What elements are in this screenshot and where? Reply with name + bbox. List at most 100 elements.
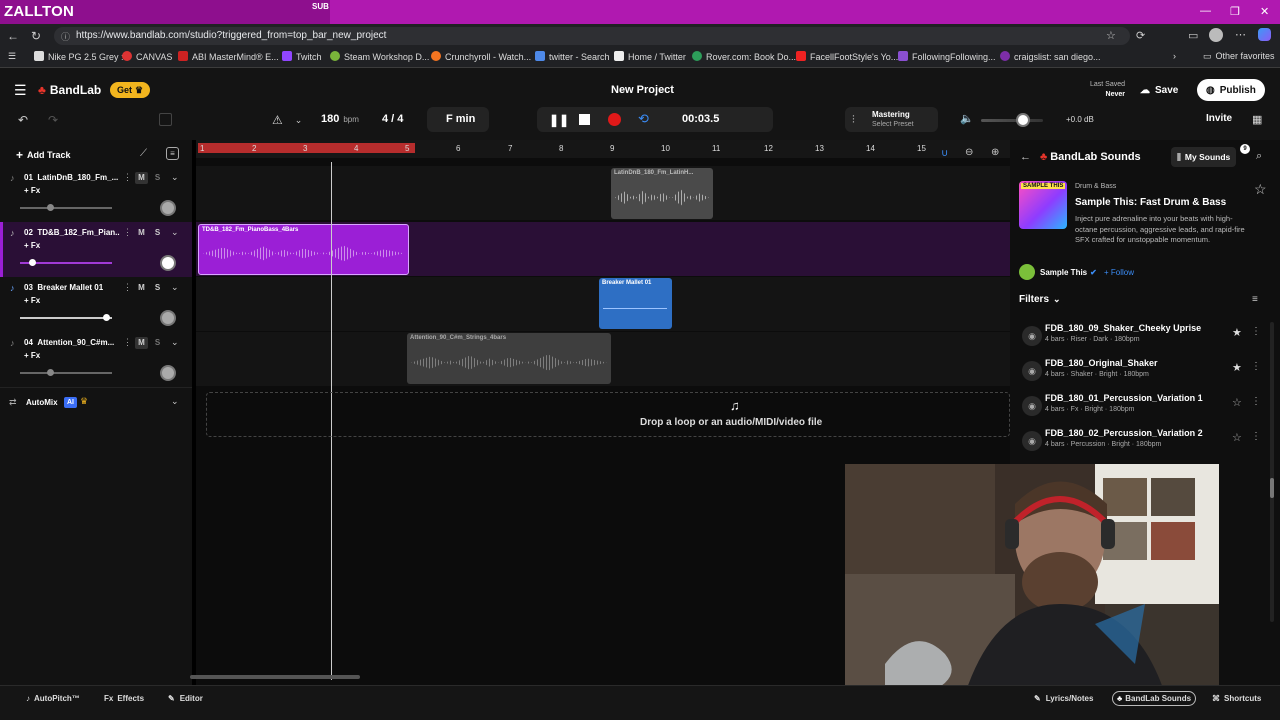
track-volume-handle[interactable] bbox=[29, 259, 36, 266]
sounds-scrollbar[interactable] bbox=[1270, 322, 1274, 622]
track-volume-handle[interactable] bbox=[47, 204, 54, 211]
add-fx-button[interactable]: + Fx bbox=[24, 186, 40, 195]
track-volume-handle[interactable] bbox=[103, 314, 110, 321]
magnet-icon[interactable]: ∪ bbox=[941, 148, 948, 159]
lyrics-notes-button[interactable]: ✎ Lyrics/Notes bbox=[1034, 694, 1093, 703]
track-options-icon[interactable]: ⋮ bbox=[123, 227, 132, 238]
track-row-selected[interactable]: ♪ 02 TD&B_182_Fm_Pian... + Fx ⋮ M S ⌄ bbox=[0, 222, 192, 277]
drop-zone[interactable] bbox=[206, 392, 1010, 437]
more-options-icon[interactable]: ⋮ bbox=[1251, 326, 1261, 337]
project-title[interactable]: New Project bbox=[611, 84, 674, 96]
bookmark-item[interactable]: Nike PG 2.5 Grey : bbox=[34, 51, 124, 62]
track-volume-slider[interactable] bbox=[20, 207, 112, 209]
more-menu-icon[interactable]: ⋯ bbox=[1235, 28, 1246, 41]
track-options-icon[interactable]: ⋮ bbox=[123, 337, 132, 348]
bandlab-logo[interactable]: ♣ BandLab bbox=[38, 83, 101, 97]
grid-snap-icon[interactable] bbox=[159, 113, 172, 126]
midi-clip[interactable]: Breaker Mallet 01 bbox=[599, 278, 672, 329]
solo-button[interactable]: S bbox=[151, 227, 164, 239]
more-options-icon[interactable]: ⋮ bbox=[1251, 431, 1261, 442]
zoom-in-icon[interactable]: ⊕ bbox=[991, 147, 999, 158]
pan-knob[interactable] bbox=[160, 310, 176, 326]
bookmark-item[interactable]: Twitch bbox=[282, 51, 322, 62]
add-fx-button[interactable]: + Fx bbox=[24, 241, 40, 250]
search-icon[interactable]: ⌕ bbox=[1256, 150, 1262, 163]
master-volume-knob[interactable] bbox=[1016, 113, 1030, 127]
track-row[interactable]: ♪ 03 Breaker Mallet 01 + Fx ⋮ M S ⌄ bbox=[0, 277, 192, 332]
back-arrow-icon[interactable]: ← bbox=[1020, 151, 1031, 163]
mute-button[interactable]: M bbox=[135, 172, 148, 184]
bookmark-item[interactable]: twitter - Search bbox=[535, 51, 610, 62]
bookmark-item[interactable]: ABI MasterMind® E... bbox=[178, 51, 279, 62]
chevron-down-icon[interactable]: ⌄ bbox=[171, 227, 179, 238]
extensions-icon[interactable]: ⟳ bbox=[1136, 29, 1145, 42]
calendar-icon[interactable]: ▦ bbox=[1252, 113, 1262, 126]
bookmark-item[interactable]: Crunchyroll - Watch... bbox=[431, 51, 531, 62]
autopitch-button[interactable]: ♪ AutoPitch™ bbox=[26, 694, 80, 703]
pause-button[interactable]: ❚❚ bbox=[549, 113, 569, 127]
track-row[interactable]: ♪ 04 Attention_90_C#m... + Fx ⋮ M S ⌄ bbox=[0, 332, 192, 387]
play-preview-icon[interactable]: ◉ bbox=[1022, 361, 1042, 381]
track-name[interactable]: 01 LatinDnB_180_Fm_... bbox=[24, 173, 120, 182]
star-outline-icon[interactable]: ☆ bbox=[1232, 431, 1242, 444]
star-icon[interactable]: ★ bbox=[1232, 326, 1242, 339]
bpm-field[interactable]: 180 bpm bbox=[321, 113, 359, 125]
hamburger-menu-icon[interactable]: ☰ bbox=[14, 82, 27, 99]
solo-button[interactable]: S bbox=[151, 282, 164, 294]
stop-button[interactable] bbox=[579, 114, 590, 125]
chevron-down-icon[interactable]: ⌄ bbox=[171, 396, 179, 407]
save-button[interactable]: ☁ Save bbox=[1132, 80, 1186, 100]
automix-row[interactable]: ⇄ AutoMix AI ♛ ⌄ bbox=[0, 387, 192, 415]
chevron-right-icon[interactable]: › bbox=[1173, 51, 1176, 61]
metronome-toggle[interactable]: ⚠ ⌄ bbox=[264, 109, 312, 131]
creator-avatar[interactable] bbox=[1019, 264, 1035, 280]
pan-knob[interactable] bbox=[160, 255, 176, 271]
audio-clip[interactable]: Attention_90_C#m_Strings_4bars bbox=[407, 333, 611, 384]
bandlab-sounds-tab[interactable]: ♣ BandLab Sounds bbox=[1117, 694, 1191, 703]
chevron-down-icon[interactable]: ⌄ bbox=[171, 337, 179, 348]
bookmark-item[interactable]: CANVAS bbox=[122, 51, 172, 62]
publish-button[interactable]: ◍ Publish bbox=[1197, 79, 1265, 101]
track-volume-slider[interactable] bbox=[20, 317, 112, 319]
add-fx-button[interactable]: + Fx bbox=[24, 296, 40, 305]
star-icon[interactable]: ☆ bbox=[1254, 181, 1267, 198]
collections-icon[interactable]: ▭ bbox=[1188, 29, 1198, 42]
add-fx-button[interactable]: + Fx bbox=[24, 351, 40, 360]
effects-button[interactable]: Fx Effects bbox=[104, 694, 144, 703]
sounds-scrollbar-thumb[interactable] bbox=[1270, 478, 1274, 498]
other-favorites[interactable]: ▭ Other favorites bbox=[1203, 51, 1275, 62]
pan-knob[interactable] bbox=[160, 365, 176, 381]
get-membership-button[interactable]: Get ♛ bbox=[110, 82, 151, 98]
more-options-icon[interactable]: ⋮ bbox=[1251, 396, 1261, 407]
mute-button[interactable]: M bbox=[135, 282, 148, 294]
bookmark-item[interactable]: FollowingFollowing... bbox=[898, 51, 996, 62]
track-name[interactable]: 04 Attention_90_C#m... bbox=[24, 338, 120, 347]
track-name[interactable]: 03 Breaker Mallet 01 bbox=[24, 283, 120, 292]
redo-icon[interactable]: ↷ bbox=[48, 114, 58, 126]
track-options-icon[interactable]: ⋮ bbox=[123, 282, 132, 293]
bookmark-item[interactable]: craigslist: san diego... bbox=[1000, 51, 1101, 62]
bookmark-item[interactable]: Steam Workshop D... bbox=[330, 51, 429, 62]
audio-clip-selected[interactable]: TD&B_182_Fm_PianoBass_4Bars bbox=[198, 224, 409, 275]
bookmark-item[interactable]: FacellFootStyle's Yo... bbox=[796, 51, 898, 62]
invite-button[interactable]: Invite bbox=[1206, 113, 1232, 124]
chevron-down-icon[interactable]: ⌄ bbox=[171, 172, 179, 183]
star-outline-icon[interactable]: ☆ bbox=[1232, 396, 1242, 409]
site-info-icon[interactable]: ⓘ bbox=[61, 30, 70, 43]
solo-button[interactable]: S bbox=[151, 172, 164, 184]
loop-toggle-icon[interactable]: ⟲ bbox=[638, 111, 649, 127]
more-options-icon[interactable]: ⋮ bbox=[1251, 361, 1261, 372]
track-row[interactable]: ♪ 01 LatinDnB_180_Fm_... + Fx ⋮ M S ⌄ bbox=[0, 167, 192, 222]
chevron-down-icon[interactable]: ⌄ bbox=[171, 282, 179, 293]
restore-icon[interactable]: ❐ bbox=[1230, 5, 1240, 18]
shortcuts-button[interactable]: ⌘ Shortcuts bbox=[1212, 694, 1261, 703]
star-icon[interactable]: ★ bbox=[1232, 361, 1242, 374]
pack-title[interactable]: Sample This: Fast Drum & Bass bbox=[1075, 197, 1226, 208]
bookmark-item[interactable]: Rover.com: Book Do... bbox=[692, 51, 796, 62]
master-volume-slider[interactable] bbox=[981, 119, 1043, 122]
my-sounds-button[interactable]: ⫼ My Sounds bbox=[1171, 147, 1237, 167]
mute-button[interactable]: M bbox=[135, 227, 148, 239]
undo-icon[interactable]: ↶ bbox=[18, 114, 28, 126]
pan-knob[interactable] bbox=[160, 200, 176, 216]
time-signature-field[interactable]: 4 / 4 bbox=[382, 113, 403, 125]
